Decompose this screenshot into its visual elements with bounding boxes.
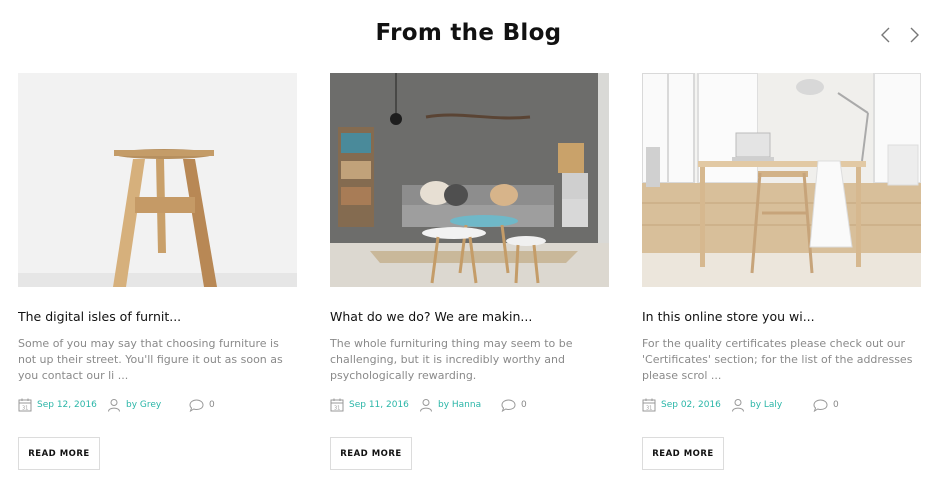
post-author-text: by Hanna	[438, 400, 482, 410]
blog-card: The digital isles of furnit... Some of y…	[18, 73, 297, 470]
calendar-icon: 31	[330, 398, 344, 412]
comment-icon	[189, 398, 204, 412]
read-more-button[interactable]: READ MORE	[18, 437, 100, 470]
svg-text:31: 31	[334, 406, 340, 412]
user-icon	[108, 399, 120, 412]
post-excerpt: For the quality certificates please chec…	[642, 337, 913, 382]
post-comments[interactable]: 0	[501, 397, 527, 413]
comment-icon	[813, 398, 828, 412]
read-more-button[interactable]: READ MORE	[330, 437, 412, 470]
post-date-text: Sep 12, 2016	[37, 400, 97, 410]
chevron-left-icon	[881, 27, 890, 43]
chevron-right-icon	[910, 27, 919, 43]
user-icon	[732, 399, 744, 412]
user-icon	[420, 399, 432, 412]
post-title[interactable]: In this online store you wi...	[642, 308, 921, 325]
post-excerpt: Some of you may say that choosing furnit…	[18, 337, 283, 382]
post-comments-count: 0	[209, 400, 215, 410]
post-excerpt: The whole furnituring thing may seem to …	[330, 337, 573, 382]
comment-icon	[501, 398, 516, 412]
post-meta: 31 Sep 12, 2016 by Grey 0	[18, 397, 297, 413]
post-author-text: by Grey	[126, 400, 162, 410]
section-title: From the Blog	[375, 20, 562, 46]
carousel-next-button[interactable]	[905, 24, 923, 46]
post-comments-count: 0	[521, 400, 527, 410]
post-comments[interactable]: 0	[813, 397, 839, 413]
post-author[interactable]: by Hanna	[419, 397, 481, 413]
post-date-text: Sep 11, 2016	[349, 400, 409, 410]
post-comments[interactable]: 0	[189, 397, 215, 413]
calendar-icon: 31	[18, 398, 32, 412]
blog-card: What do we do? We are makin... The whole…	[330, 73, 609, 470]
post-image-link[interactable]	[642, 73, 921, 287]
post-title[interactable]: The digital isles of furnit...	[18, 308, 297, 325]
svg-text:31: 31	[22, 406, 28, 412]
calendar-icon: 31	[642, 398, 656, 412]
living-room-photo	[330, 73, 609, 287]
post-meta: 31 Sep 11, 2016 by Hanna 0	[330, 397, 609, 413]
post-author[interactable]: by Grey	[107, 397, 161, 413]
post-image-link[interactable]	[18, 73, 297, 287]
post-date[interactable]: 31 Sep 12, 2016	[18, 397, 97, 413]
post-author-text: by Laly	[750, 400, 783, 410]
svg-text:31: 31	[646, 406, 652, 412]
post-author[interactable]: by Laly	[731, 397, 782, 413]
post-date-text: Sep 02, 2016	[661, 400, 721, 410]
blog-card: In this online store you wi... For the q…	[642, 73, 921, 470]
read-more-button[interactable]: READ MORE	[642, 437, 724, 470]
carousel-prev-button[interactable]	[877, 24, 895, 46]
post-title[interactable]: What do we do? We are makin...	[330, 308, 609, 325]
wooden-stool-photo	[18, 73, 297, 287]
post-comments-count: 0	[833, 400, 839, 410]
post-meta: 31 Sep 02, 2016 by Laly 0	[642, 397, 921, 413]
post-date[interactable]: 31 Sep 02, 2016	[642, 397, 721, 413]
post-date[interactable]: 31 Sep 11, 2016	[330, 397, 409, 413]
post-image-link[interactable]	[330, 73, 609, 287]
home-office-photo	[642, 73, 921, 287]
